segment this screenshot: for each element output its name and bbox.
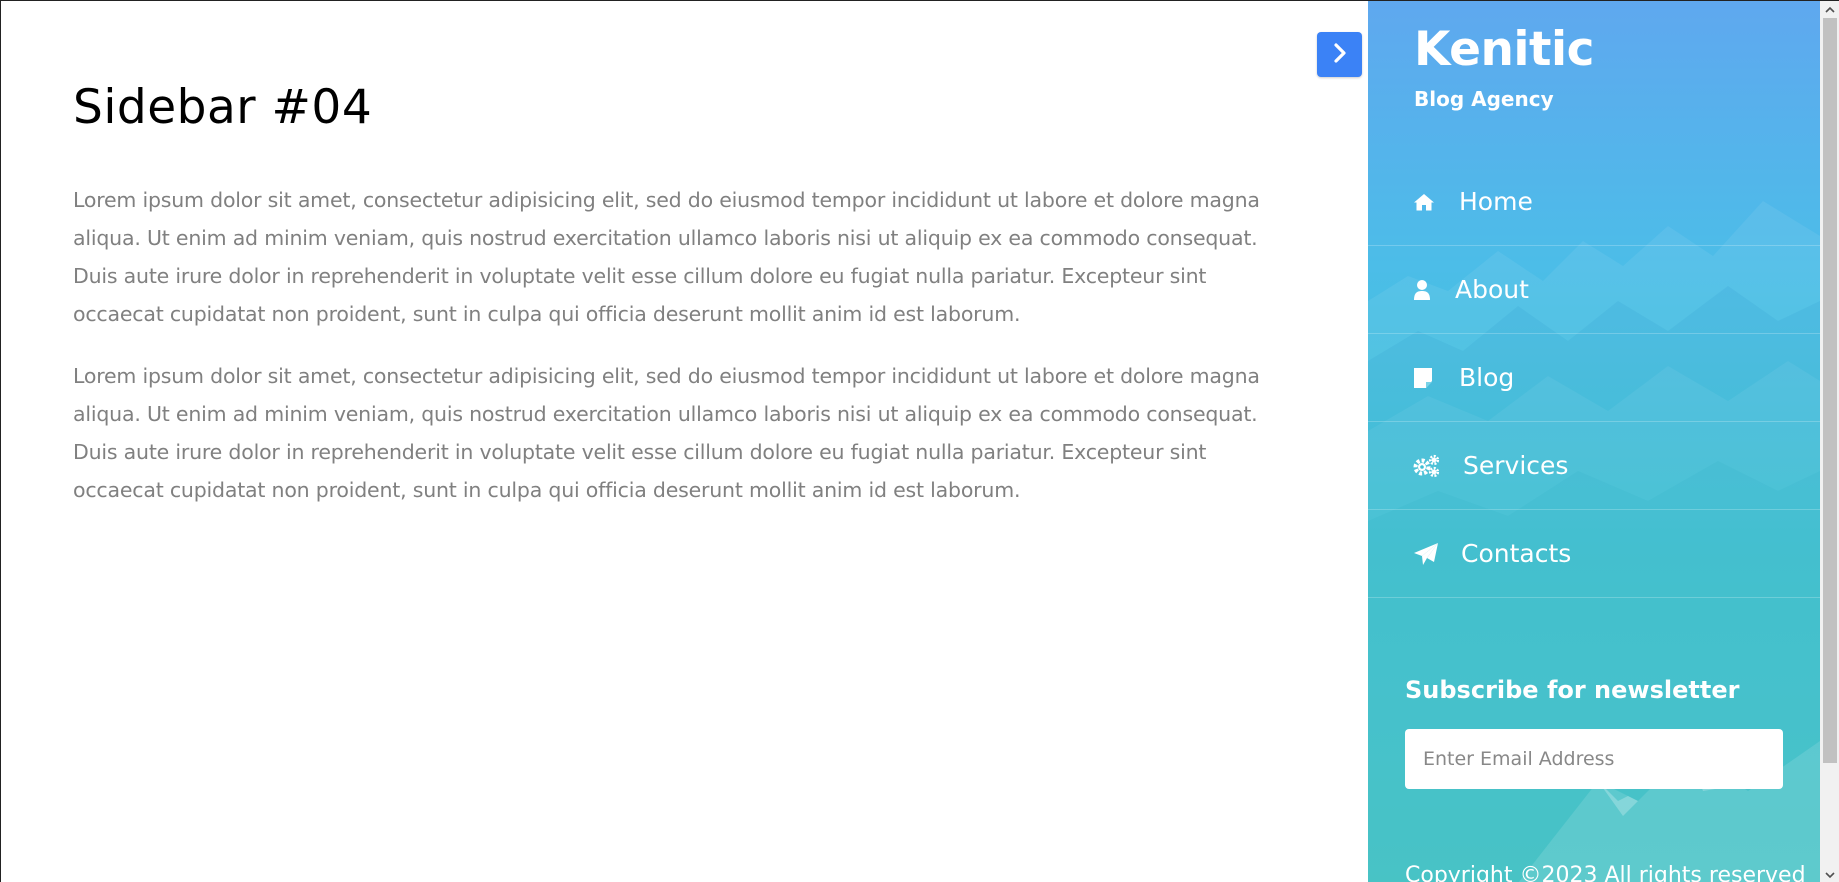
sidebar-item-home[interactable]: Home	[1368, 158, 1820, 246]
brand-tagline: Blog Agency	[1414, 87, 1554, 111]
sidebar-toggle-button[interactable]	[1317, 32, 1362, 77]
sidebar-item-label: Services	[1463, 450, 1569, 480]
sidebar-item-label: Home	[1459, 186, 1533, 216]
sidebar: Kenitic Blog Agency Home About Blog Serv…	[1368, 1, 1820, 882]
scroll-up-icon[interactable]	[1820, 1, 1839, 18]
brand-name[interactable]: Kenitic	[1414, 21, 1594, 79]
sidebar-item-label: Contacts	[1461, 538, 1572, 568]
home-icon	[1413, 189, 1441, 215]
sidebar-item-contacts[interactable]: Contacts	[1368, 510, 1820, 598]
paragraph: Lorem ipsum dolor sit amet, consectetur …	[73, 188, 1260, 326]
scrollbar-thumb[interactable]	[1823, 18, 1837, 763]
email-field[interactable]	[1405, 729, 1783, 789]
page-title: Sidebar #04	[73, 80, 373, 135]
newsletter-title: Subscribe for newsletter	[1405, 676, 1740, 704]
paper-plane-icon	[1413, 541, 1441, 567]
page: Sidebar #04 Lorem ipsum dolor sit amet, …	[0, 0, 1839, 882]
sidebar-item-blog[interactable]: Blog	[1368, 334, 1820, 422]
scrollbar[interactable]	[1820, 1, 1839, 882]
sidebar-item-services[interactable]: Services	[1368, 422, 1820, 510]
user-icon	[1413, 277, 1441, 303]
sidebar-item-label: About	[1455, 274, 1529, 304]
copyright-text: Copyright ©2023 All rights reserved	[1405, 863, 1806, 882]
sidebar-nav: Home About Blog Services Contacts	[1368, 158, 1820, 598]
sidebar-item-label: Blog	[1459, 362, 1515, 392]
gears-icon	[1413, 453, 1441, 479]
scroll-down-icon[interactable]	[1820, 866, 1839, 882]
sidebar-item-about[interactable]: About	[1368, 246, 1820, 334]
chevron-right-icon	[1332, 42, 1348, 67]
main-content: Sidebar #04 Lorem ipsum dolor sit amet, …	[73, 73, 1273, 533]
paragraph: Lorem ipsum dolor sit amet, consectetur …	[73, 364, 1260, 502]
sticky-note-icon	[1413, 365, 1441, 391]
